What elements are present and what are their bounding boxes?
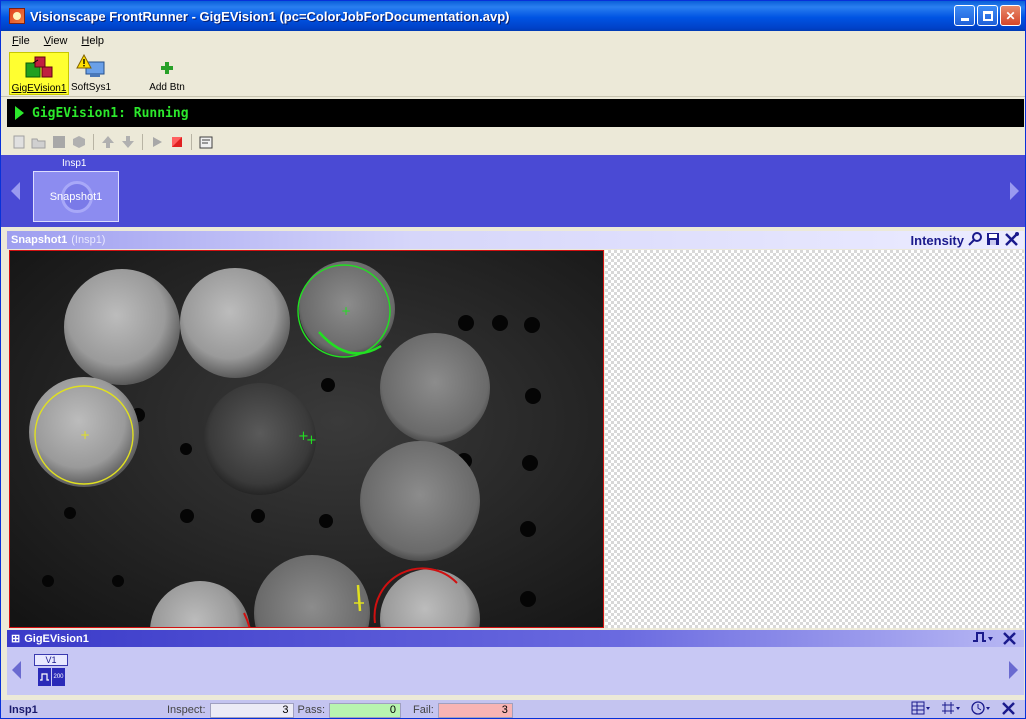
- device-label: GigEVision1: [11, 83, 67, 94]
- window-controls: ✕: [954, 5, 1021, 26]
- svg-text:+: +: [80, 428, 90, 442]
- image-panel-header: Snapshot1 (Insp1) Intensity: [7, 231, 1024, 249]
- fail-label: Fail:: [413, 704, 434, 716]
- title-bar[interactable]: Visionscape FrontRunner - GigEVision1 (p…: [1, 1, 1025, 31]
- tools-icon[interactable]: [1001, 701, 1017, 718]
- play-icon[interactable]: [149, 134, 165, 150]
- status-insp-name: Insp1: [9, 704, 38, 716]
- pass-label: Pass:: [297, 704, 326, 716]
- warning-monitor-icon: [76, 53, 106, 80]
- inspection-label: Insp1: [62, 158, 87, 169]
- svg-text:+: +: [306, 433, 317, 448]
- io-v1-card[interactable]: V1 200: [34, 654, 68, 690]
- cube-icon[interactable]: [71, 134, 87, 150]
- stop-square-icon[interactable]: [51, 134, 67, 150]
- snapshot-step-card[interactable]: Snapshot1: [33, 171, 119, 222]
- close-button[interactable]: ✕: [1000, 5, 1021, 26]
- close-icon: ✕: [1005, 8, 1016, 23]
- inspect-label: Inspect:: [167, 704, 206, 716]
- camera-image-view[interactable]: + + + +: [9, 250, 604, 628]
- empty-image-area: [605, 250, 1024, 628]
- stop-red-icon[interactable]: [169, 134, 185, 150]
- add-plus-icon: [152, 54, 182, 80]
- play-arrow-icon: [15, 106, 24, 120]
- run-status-text: GigEVision1: Running: [32, 105, 189, 121]
- inspection-strip: Insp1 Snapshot1: [1, 155, 1025, 227]
- scroll-left-icon[interactable]: [12, 661, 21, 679]
- device-button-gigevision1[interactable]: GigEVision1: [9, 52, 69, 95]
- open-icon[interactable]: [31, 134, 47, 150]
- network-icon[interactable]: [941, 701, 961, 718]
- toolbar-separator: [142, 134, 143, 150]
- status-bar: Insp1 Inspect: 3 Pass: 0 Fail: 3: [1, 700, 1025, 718]
- gige-panel-header[interactable]: ⊞ GigEVision1: [7, 630, 1024, 647]
- minimize-icon: [960, 18, 969, 21]
- image-step-name: Snapshot1: [11, 234, 68, 246]
- download-icon[interactable]: [120, 134, 136, 150]
- inspect-count: 3: [209, 702, 294, 718]
- save-icon[interactable]: [986, 232, 1000, 249]
- scroll-right-icon[interactable]: [1009, 661, 1018, 679]
- main-window: Visionscape FrontRunner - GigEVision1 (p…: [0, 0, 1026, 719]
- trigger-icon: [38, 668, 51, 686]
- pass-count: 0: [329, 702, 402, 718]
- toolbar-separator: [93, 134, 94, 150]
- image-mode-label[interactable]: Intensity: [911, 233, 964, 248]
- gige-expand-icon[interactable]: ⊞: [11, 632, 20, 645]
- properties-icon[interactable]: [198, 134, 214, 150]
- upload-icon[interactable]: [100, 134, 116, 150]
- device-toolbar: GigEVision1 SoftSys1 Add Btn: [1, 51, 1025, 97]
- window-title: Visionscape FrontRunner - GigEVision1 (p…: [30, 8, 510, 24]
- add-button[interactable]: Add Btn: [147, 52, 187, 95]
- clock-icon[interactable]: [971, 701, 991, 718]
- menu-bar: File View Help: [1, 31, 1025, 51]
- period-value-text: 200: [53, 673, 64, 680]
- scroll-left-icon[interactable]: [11, 182, 20, 200]
- scroll-right-icon[interactable]: [1010, 182, 1019, 200]
- menu-file[interactable]: File: [5, 35, 37, 47]
- io-v1-label: V1: [34, 654, 68, 666]
- run-status-bar: GigEVision1: Running: [7, 99, 1024, 127]
- period-value: 200: [52, 668, 65, 686]
- tools-icon[interactable]: [1004, 232, 1020, 249]
- grid-view-icon[interactable]: [911, 701, 931, 718]
- zoom-icon[interactable]: [968, 232, 982, 249]
- maximize-icon: [982, 10, 993, 21]
- gige-panel: V1 200: [7, 647, 1024, 695]
- new-icon[interactable]: [11, 134, 27, 150]
- command-toolbar: [7, 130, 1024, 154]
- menu-help[interactable]: Help: [74, 35, 111, 47]
- svg-text:+: +: [341, 304, 351, 318]
- image-insp-name: (Insp1): [71, 234, 106, 246]
- tools-icon[interactable]: [1002, 631, 1018, 648]
- device-button-softsys1[interactable]: SoftSys1: [69, 52, 113, 95]
- minimize-button[interactable]: [954, 5, 975, 26]
- snapshot-step-label: Snapshot1: [49, 190, 103, 203]
- camera-device-icon: [24, 55, 54, 81]
- gige-panel-title: GigEVision1: [24, 632, 89, 645]
- maximize-button[interactable]: [977, 5, 998, 26]
- menu-view[interactable]: View: [37, 35, 75, 47]
- app-icon: [9, 8, 25, 24]
- fail-count: 3: [437, 702, 513, 718]
- toolbar-separator: [191, 134, 192, 150]
- trigger-icon[interactable]: [972, 631, 994, 648]
- device-label: Add Btn: [149, 82, 185, 93]
- device-label: SoftSys1: [70, 82, 112, 93]
